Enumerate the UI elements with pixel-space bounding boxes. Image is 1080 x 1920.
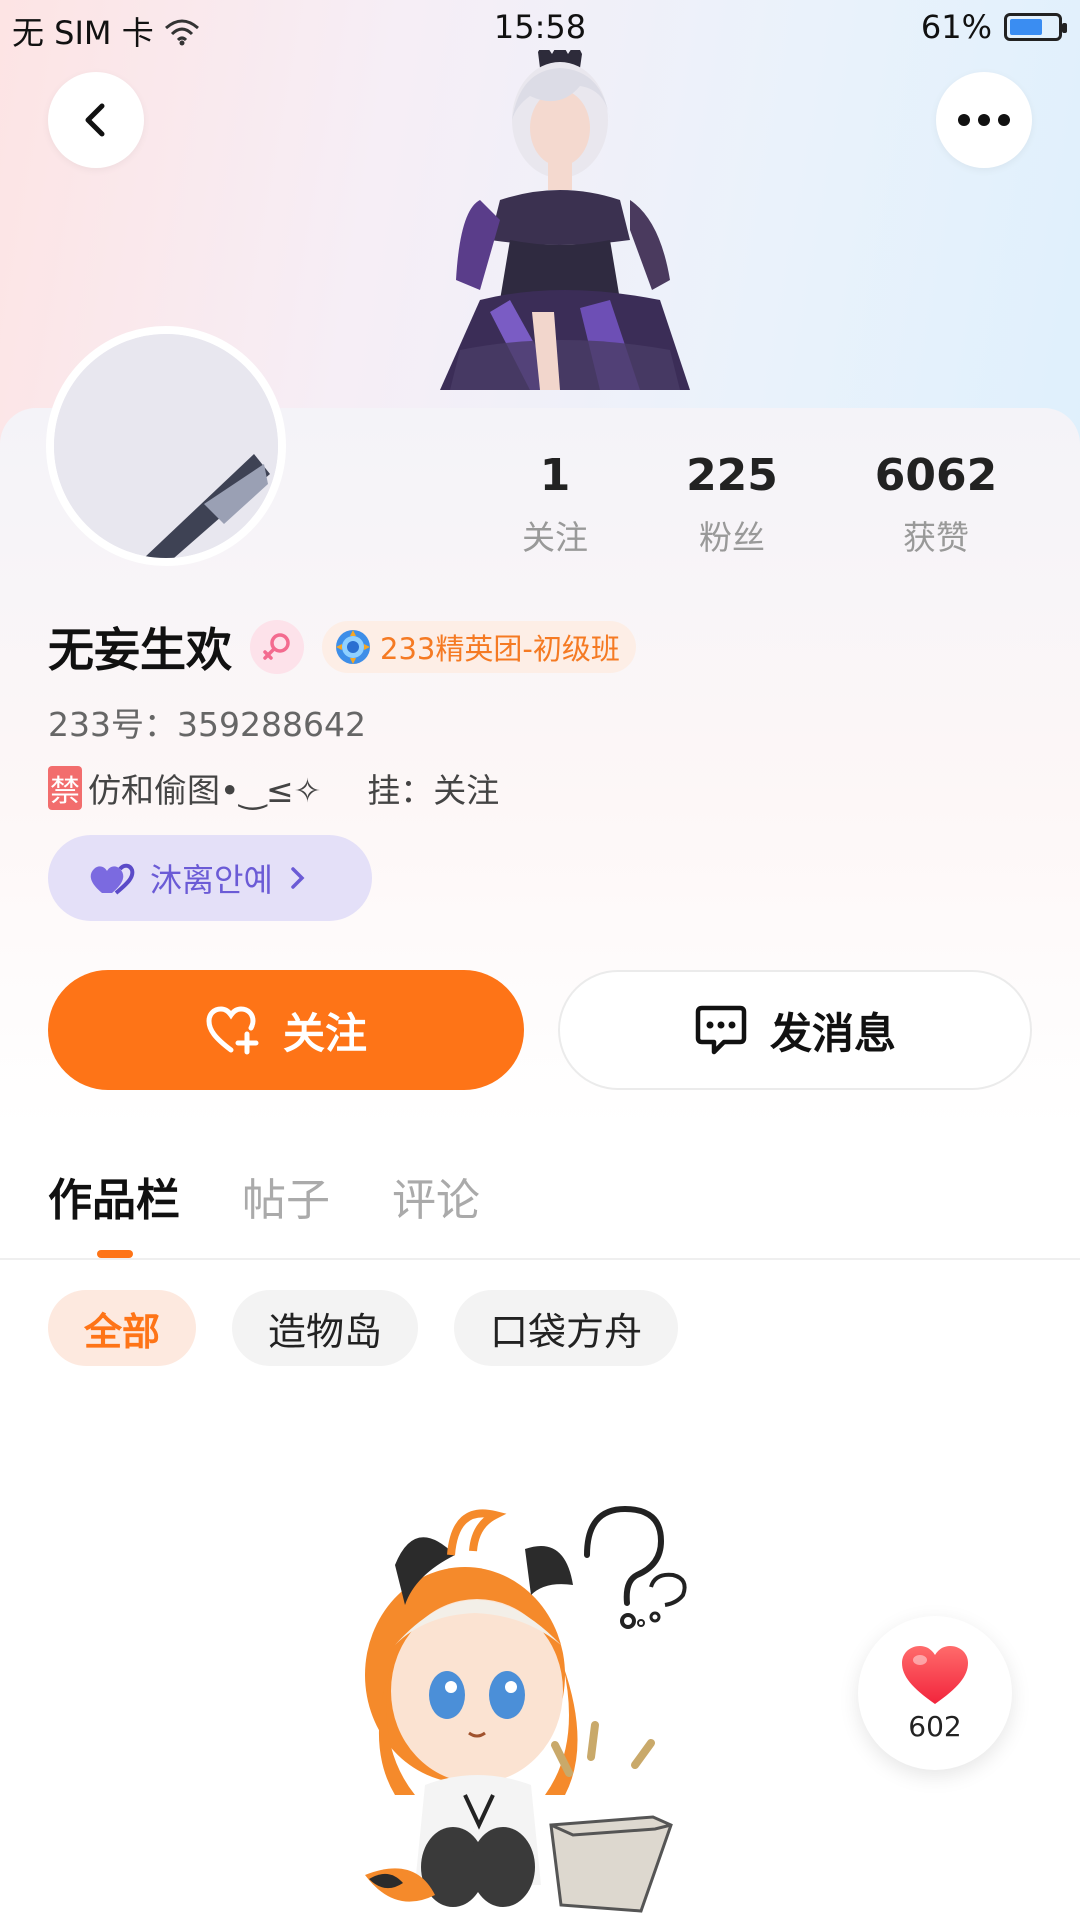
tab-posts[interactable]: 帖子	[242, 1164, 330, 1228]
stat-value: 6062	[874, 450, 998, 501]
tab-comments[interactable]: 评论	[392, 1164, 480, 1228]
chevron-right-icon	[291, 867, 305, 889]
chat-bubble-icon	[695, 1005, 747, 1055]
avatar[interactable]	[46, 326, 286, 566]
follow-label: 关注	[282, 1008, 367, 1058]
more-button[interactable]	[936, 72, 1032, 168]
message-label: 发消息	[769, 1008, 896, 1058]
like-button[interactable]: 602	[858, 1616, 1012, 1770]
content-tabs: 作品栏 帖子 评论	[48, 1164, 480, 1228]
relation-label: 沐离안예	[150, 861, 273, 899]
filter-chips: 全部 造物岛 口袋方舟	[48, 1290, 679, 1366]
user-bio: 禁 仿和偷图•‿≤✧ 挂：关注	[48, 764, 499, 812]
relation-pill[interactable]: 沐离안예	[48, 835, 372, 921]
stat-following[interactable]: 1 关注	[480, 450, 630, 559]
back-icon	[85, 103, 105, 137]
send-message-button[interactable]: 发消息	[558, 970, 1032, 1090]
hero-character-image	[440, 50, 690, 390]
like-count: 602	[908, 1709, 962, 1743]
chip-creation-island[interactable]: 造物岛	[232, 1290, 419, 1366]
bio-extra: 挂：关注	[367, 771, 500, 810]
stat-fans[interactable]: 225 粉丝	[630, 450, 834, 559]
stat-label: 关注	[522, 518, 588, 557]
user-id: 233号：359288642	[48, 705, 366, 744]
empty-state-illustration	[365, 1505, 687, 1913]
gender-female-icon	[263, 633, 290, 660]
tab-divider	[0, 1258, 1080, 1260]
gender-badge	[250, 620, 304, 674]
follow-button[interactable]: 关注	[48, 970, 524, 1090]
avatar-image	[54, 334, 278, 558]
back-button[interactable]	[48, 72, 144, 168]
achievement-badge[interactable]: 233精英团-初级班	[322, 621, 636, 673]
status-bar: 无 SIM 卡 15:58 61%	[0, 0, 1080, 56]
battery-percent: 61%	[920, 8, 992, 46]
tab-indicator	[97, 1250, 133, 1258]
tab-works[interactable]: 作品栏	[48, 1164, 180, 1228]
chip-all[interactable]: 全部	[48, 1290, 197, 1366]
badge-medal-icon	[336, 630, 370, 664]
battery-icon	[1004, 13, 1067, 41]
heart-plus-icon	[206, 1006, 259, 1055]
status-right: 61%	[920, 8, 1067, 46]
user-name: 无妄生欢	[48, 623, 232, 677]
heart-icon	[902, 1645, 968, 1704]
stat-value: 1	[539, 450, 571, 501]
stat-value: 225	[686, 450, 778, 501]
battery-fill	[1010, 19, 1042, 35]
profile-stats: 1 关注 225 粉丝 6062 获赞	[480, 450, 1060, 559]
stat-label: 粉丝	[699, 518, 765, 557]
heart-double-icon	[90, 863, 135, 895]
ban-emoji: 禁	[48, 766, 82, 810]
status-time: 15:58	[493, 8, 587, 46]
stat-label: 获赞	[903, 518, 969, 557]
chip-pocket-ark[interactable]: 口袋方舟	[454, 1290, 679, 1366]
stat-likes[interactable]: 6062 获赞	[834, 450, 1038, 559]
badge-label: 233精英团-初级班	[380, 632, 620, 666]
more-icon	[958, 114, 1010, 126]
bio-text: 仿和偷图•‿≤✧	[88, 771, 322, 810]
name-row: 无妄生欢 233精英团-初级班	[48, 614, 636, 680]
